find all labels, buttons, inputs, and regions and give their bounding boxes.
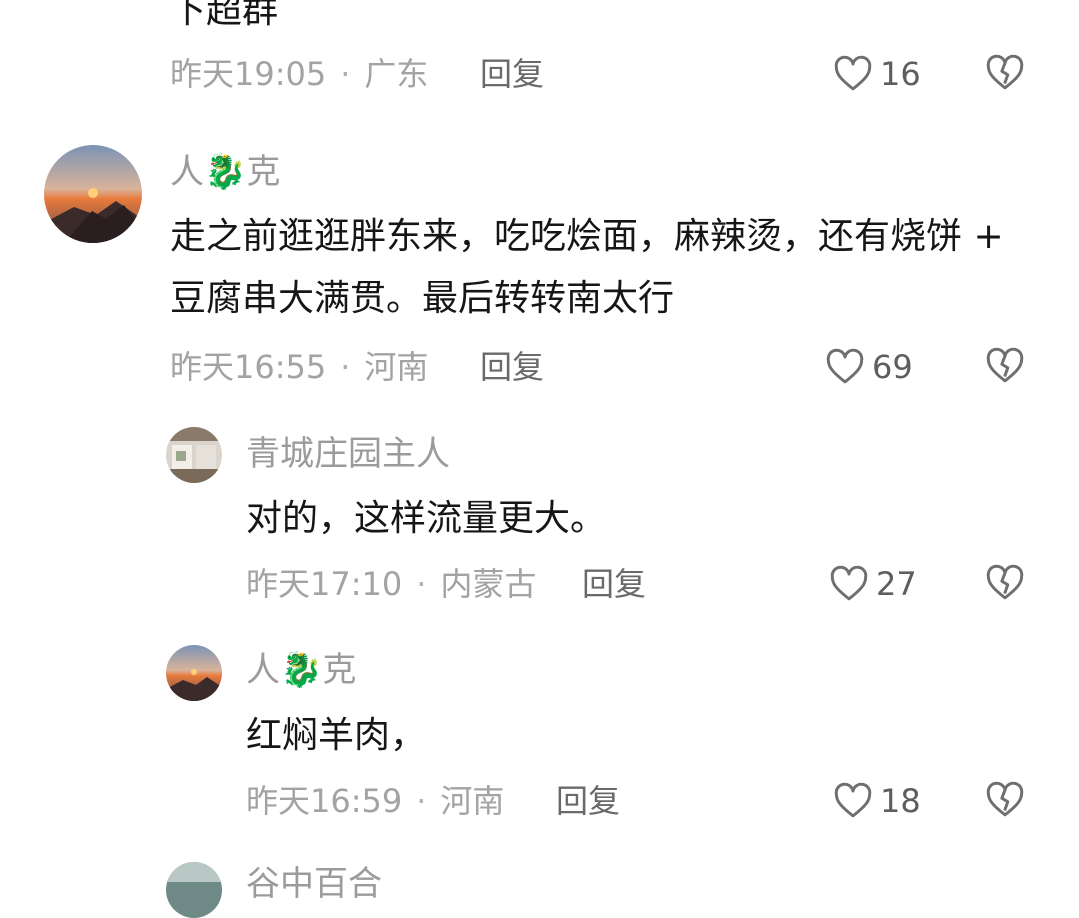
- heart-outline-icon: [830, 565, 868, 601]
- comment-meta: 昨天19:05 · 广东: [170, 55, 429, 93]
- like-count: 69: [872, 348, 913, 386]
- sunset-avatar-image: [166, 645, 222, 701]
- reply-button[interactable]: 回复: [582, 562, 646, 606]
- reply-button[interactable]: 回复: [480, 52, 544, 96]
- comment-text: 红焖羊肉，: [246, 715, 427, 756]
- avatar-image: [166, 862, 222, 918]
- broken-heart-icon: [986, 54, 1024, 90]
- comment-time: 昨天19:05: [170, 55, 327, 93]
- heart-outline-icon: [834, 782, 872, 818]
- room-avatar-image: [166, 427, 222, 483]
- comment-time: 昨天16:59: [246, 782, 403, 820]
- avatar[interactable]: [166, 862, 222, 918]
- comment-text-fragment: 下超群: [170, 0, 279, 31]
- comment-meta: 昨天17:10 · 内蒙古: [246, 565, 537, 603]
- username[interactable]: 人🐉克: [170, 150, 280, 194]
- dragon-icon: 🐉: [280, 650, 323, 690]
- like-button[interactable]: 18: [832, 779, 921, 823]
- avatar[interactable]: [166, 427, 222, 483]
- username[interactable]: 人🐉克: [246, 648, 356, 692]
- comment-text: 走之前逛逛胖东来，吃吃烩面，麻辣烫，还有烧饼 + 豆腐串大满贯。最后转转南太行: [170, 216, 1004, 319]
- comment-meta: 昨天16:55 · 河南: [170, 348, 429, 386]
- broken-heart-icon: [986, 564, 1024, 600]
- comment-location: 河南: [364, 348, 429, 386]
- comment-meta: 昨天16:59 · 河南: [246, 782, 505, 820]
- username[interactable]: 谷中百合: [246, 862, 382, 906]
- comment-location: 内蒙古: [440, 565, 537, 603]
- like-button[interactable]: 27: [828, 562, 917, 606]
- dislike-button[interactable]: [984, 562, 1026, 608]
- like-button[interactable]: 69: [824, 345, 913, 389]
- comment-location: 河南: [440, 782, 505, 820]
- like-button[interactable]: 16: [832, 52, 921, 96]
- comment-location: 广东: [364, 55, 429, 93]
- dislike-button[interactable]: [984, 779, 1026, 825]
- comment-text: 对的，这样流量更大。: [246, 498, 607, 539]
- dislike-button[interactable]: [984, 345, 1026, 391]
- like-count: 18: [880, 782, 921, 820]
- dragon-icon: 🐉: [204, 152, 247, 192]
- heart-outline-icon: [834, 55, 872, 91]
- sunset-avatar-image: [44, 145, 142, 243]
- reply-button[interactable]: 回复: [480, 345, 544, 389]
- avatar[interactable]: [166, 645, 222, 701]
- username[interactable]: 青城庄园主人: [246, 432, 450, 476]
- dislike-button[interactable]: [984, 52, 1026, 98]
- heart-outline-icon: [826, 348, 864, 384]
- like-count: 27: [876, 565, 917, 603]
- comment-time: 昨天17:10: [246, 565, 403, 603]
- reply-button[interactable]: 回复: [556, 779, 620, 823]
- comment-time: 昨天16:55: [170, 348, 327, 386]
- like-count: 16: [880, 55, 921, 93]
- avatar[interactable]: [44, 145, 142, 243]
- broken-heart-icon: [986, 781, 1024, 817]
- broken-heart-icon: [986, 347, 1024, 383]
